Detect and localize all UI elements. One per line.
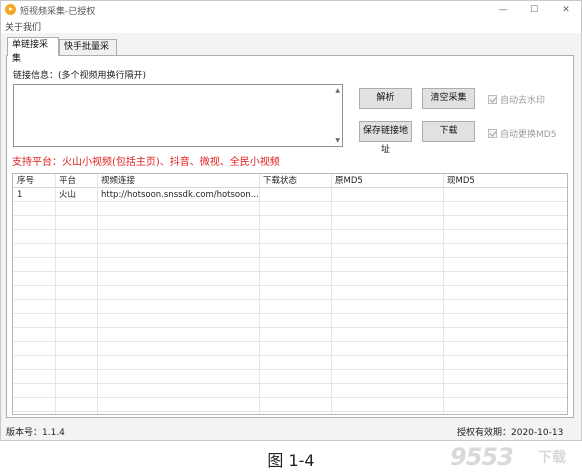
link-textarea[interactable]: ▲ ▼	[13, 84, 343, 147]
watermark-word: 下载	[538, 450, 566, 466]
app-play-icon	[5, 4, 16, 15]
version-number: 版本号：1.1.4	[6, 428, 65, 438]
save-link-address-button[interactable]: 保存链接地址	[359, 121, 412, 155]
column-divider	[259, 174, 260, 414]
column-header-download-status[interactable]: 下载状态	[259, 174, 331, 188]
watermark-digits: 9553	[450, 443, 514, 471]
results-table[interactable]: 序号 平台 视频连接 下载状态 原MD5 现MD5 1 火山 http://ho…	[12, 173, 568, 415]
cell-original-md5	[331, 188, 443, 202]
download-button[interactable]: 下载	[422, 121, 475, 142]
column-header-index[interactable]: 序号	[13, 174, 55, 188]
cell-index: 1	[17, 190, 23, 200]
status-bar: 版本号：1.1.4 授权有效期：2020-10-13	[1, 422, 581, 440]
cell-current-md5	[443, 188, 567, 202]
supported-platforms-note: 支持平台：火山小视频(包括主页)、抖音、微视、全民小视频	[12, 157, 280, 168]
auto-remove-watermark-label: 自动去水印	[500, 96, 546, 106]
tab-kuaishou-batch[interactable]: 快手批量采集	[59, 39, 117, 66]
clear-collection-button[interactable]: 清空采集	[422, 88, 475, 109]
minimize-button[interactable]: —	[488, 1, 518, 19]
checkbox-checked-icon	[488, 95, 497, 104]
cell-download-status	[259, 188, 331, 202]
window-title: 短视频采集-已授权	[20, 7, 96, 17]
menu-bar: 关于我们	[1, 19, 581, 33]
auto-change-md5-checkbox[interactable]: 自动更换MD5	[488, 127, 556, 140]
license-expiry: 授权有效期：2020-10-13	[457, 428, 564, 438]
cell-platform: 火山	[59, 190, 77, 200]
column-divider	[331, 174, 332, 414]
scroll-up-arrow-icon[interactable]: ▲	[335, 87, 340, 94]
column-header-platform[interactable]: 平台	[55, 174, 97, 188]
link-input-label: 链接信息：(多个视频用换行隔开)	[13, 71, 147, 81]
parse-button[interactable]: 解析	[359, 88, 412, 109]
site-watermark-logo: 9553 下载	[450, 443, 578, 473]
app-window: 短视频采集-已授权 — ☐ ✕ 关于我们 单链接采集 快手批量采集 链接信息：(…	[0, 0, 582, 441]
checkbox-checked-icon	[488, 129, 497, 138]
maximize-button[interactable]: ☐	[519, 1, 549, 19]
menu-item-about[interactable]: 关于我们	[5, 20, 41, 33]
title-bar: 短视频采集-已授权 — ☐ ✕	[1, 1, 581, 19]
tab-single-link[interactable]: 单链接采集	[7, 37, 59, 64]
auto-change-md5-label: 自动更换MD5	[500, 130, 557, 140]
scroll-down-arrow-icon[interactable]: ▼	[335, 137, 340, 144]
column-divider	[443, 174, 444, 414]
cell-video-link: http://hotsoon.snssdk.com/hotsoon...	[101, 190, 259, 200]
textarea-scrollbar[interactable]: ▲ ▼	[332, 85, 342, 146]
column-divider	[55, 174, 56, 414]
auto-remove-watermark-checkbox[interactable]: 自动去水印	[488, 93, 545, 106]
column-header-original-md5[interactable]: 原MD5	[331, 174, 443, 188]
column-header-current-md5[interactable]: 现MD5	[443, 174, 567, 188]
close-button[interactable]: ✕	[551, 1, 581, 19]
column-divider	[97, 174, 98, 414]
column-header-video-link[interactable]: 视频连接	[97, 174, 259, 188]
